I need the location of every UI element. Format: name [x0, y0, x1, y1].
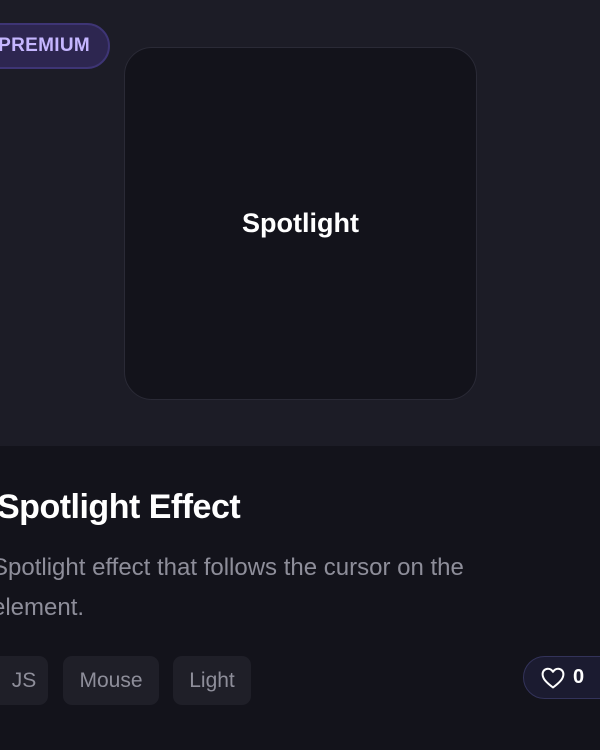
- tag-label: Mouse: [79, 668, 143, 692]
- card-description: Spotlight effect that follows the cursor…: [0, 554, 464, 621]
- spotlight-demo[interactable]: Spotlight: [124, 47, 477, 400]
- spotlight-demo-label: Spotlight: [242, 208, 359, 238]
- heart-icon: [541, 667, 565, 689]
- tag-js[interactable]: JS: [0, 656, 48, 705]
- like-count: 0: [573, 666, 585, 688]
- preview-area: PREMIUM Spotlight: [0, 0, 600, 446]
- tag-label: Light: [189, 668, 235, 692]
- premium-badge: PREMIUM: [0, 23, 110, 69]
- card-title: Spotlight Effect: [0, 488, 241, 526]
- component-card[interactable]: PREMIUM Spotlight Spotlight Effect Spotl…: [0, 0, 600, 750]
- premium-badge-label: PREMIUM: [0, 35, 90, 56]
- like-button[interactable]: 0: [523, 656, 600, 699]
- tag-mouse[interactable]: Mouse: [63, 656, 159, 705]
- tag-label: JS: [11, 668, 37, 692]
- tag-light[interactable]: Light: [173, 656, 251, 705]
